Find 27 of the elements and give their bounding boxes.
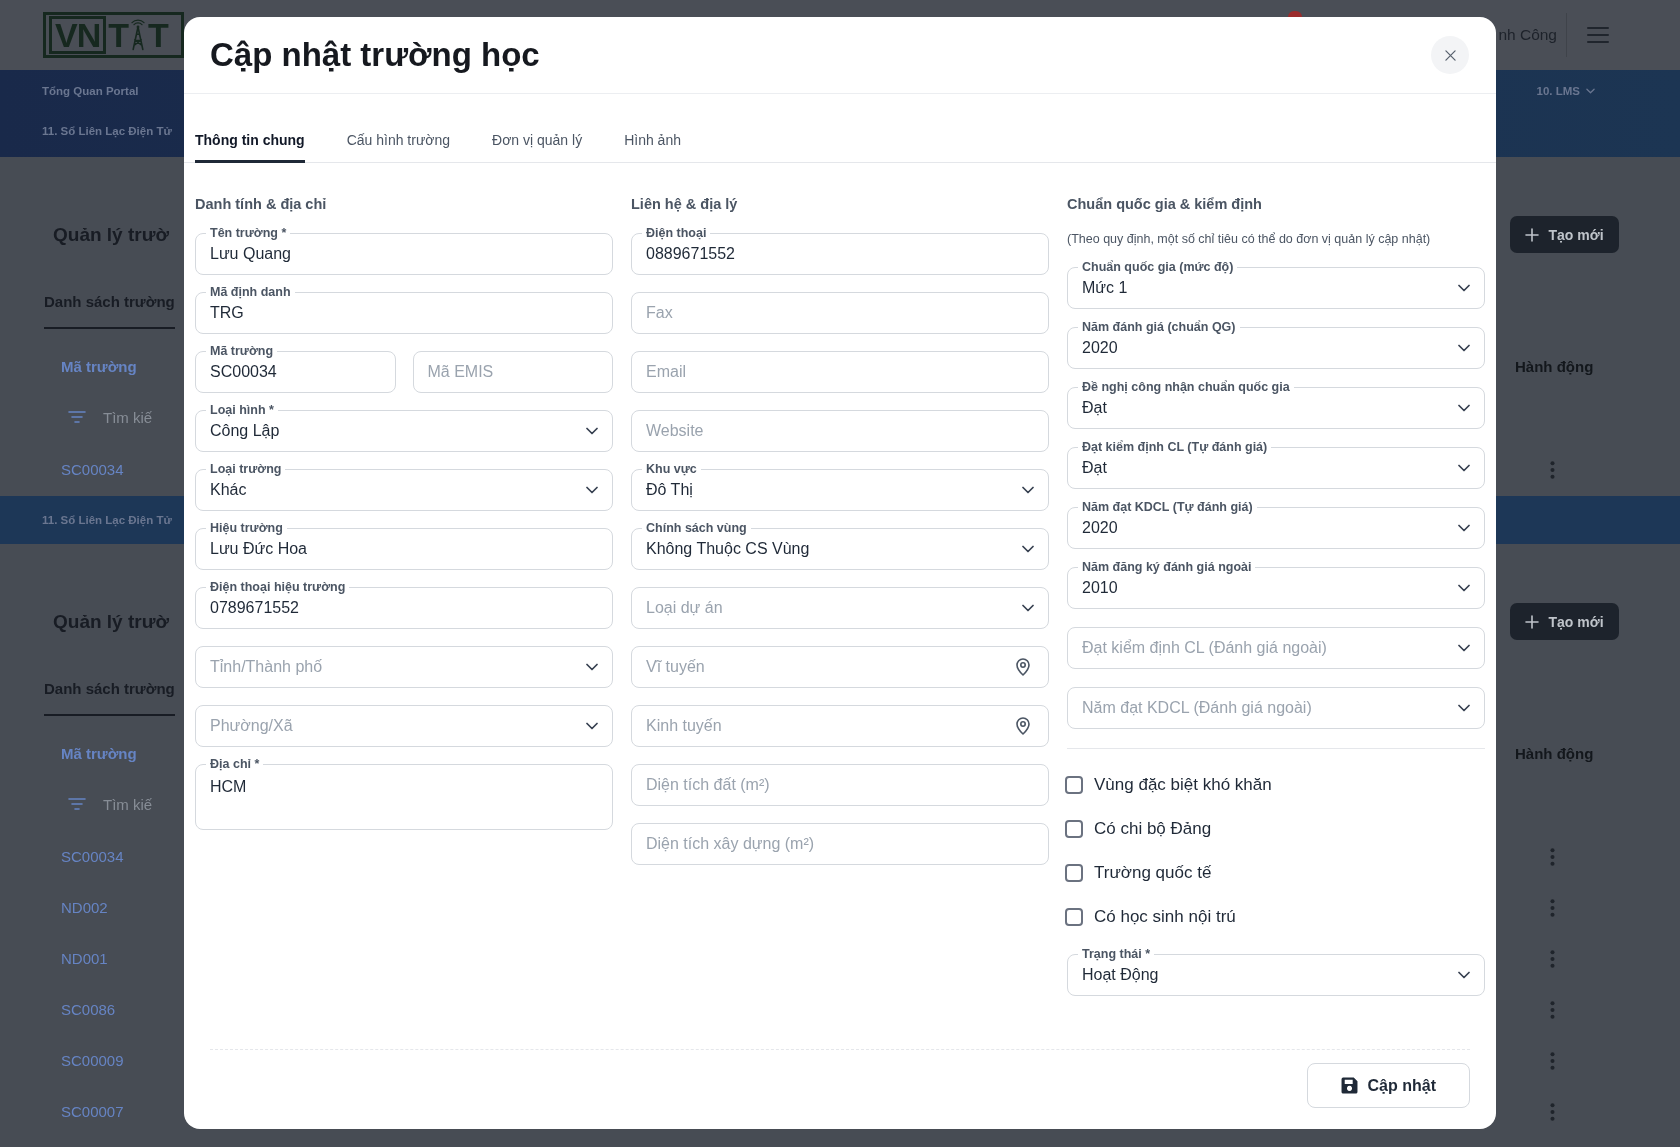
section-heading: Danh tính & địa chỉ xyxy=(195,195,328,214)
field-label: Trạng thái * xyxy=(1078,946,1155,962)
field-label: Đề nghị công nhận chuẩn quốc gia xyxy=(1078,379,1294,395)
field-label: Đạt kiểm định CL (Tự đánh giá) xyxy=(1078,439,1272,455)
field-label: Hiệu trường xyxy=(206,520,287,536)
field-label: Loại trường xyxy=(206,461,286,477)
section-note: (Theo quy định, một số chỉ tiêu có thể do đơn vị quản lý cập nhật) xyxy=(1067,231,1432,247)
field-label: Mã định danh xyxy=(206,284,295,300)
section-heading: Chuẩn quốc gia & kiểm định xyxy=(1067,195,1263,214)
field-label: Năm đạt KDCL (Tự đánh giá) xyxy=(1078,499,1257,515)
column-header: Hành động xyxy=(1515,745,1594,762)
field-label: Điện thoại hiệu trường xyxy=(206,579,350,595)
field-label: Năm đăng ký đánh giá ngoài xyxy=(1078,559,1256,575)
field-label: Tên trường * xyxy=(206,225,291,241)
field-label: Mã trường xyxy=(206,343,278,359)
column-header: Hành động xyxy=(1515,358,1594,375)
field-label: Khu vực xyxy=(642,461,701,477)
field-label: Địa chỉ * xyxy=(206,756,264,772)
dialog-title: Cập nhật trường học xyxy=(210,36,540,74)
field-label: Chuẩn quốc gia (mức độ) xyxy=(1078,259,1238,275)
field-label: Điện thoại xyxy=(642,225,711,241)
field-label: Loại hình * xyxy=(206,402,278,418)
field-label: Chính sách vùng xyxy=(642,520,751,536)
column-header: Mã trường xyxy=(61,745,137,762)
column-header: Mã trường xyxy=(61,358,137,375)
section-heading: Liên hệ & địa lý xyxy=(631,195,739,214)
field-label: Năm đánh giá (chuẩn QG) xyxy=(1078,319,1240,335)
